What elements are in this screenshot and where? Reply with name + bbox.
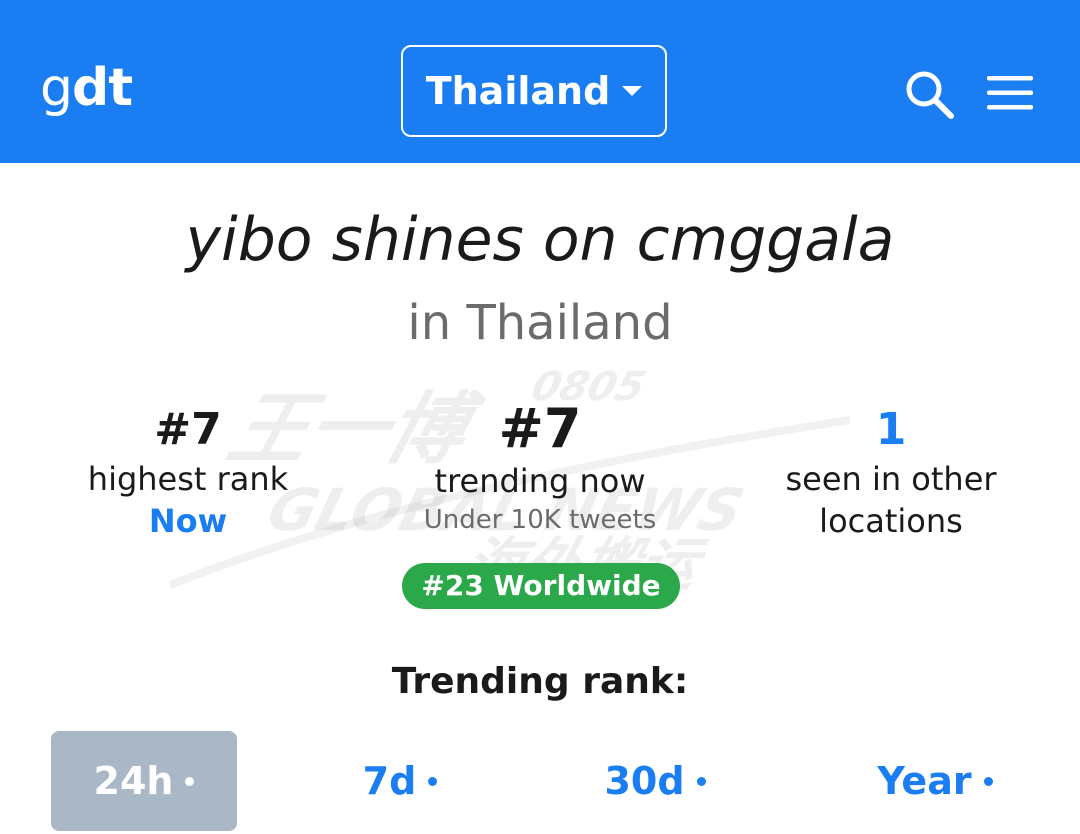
top-navbar: gdt Thailand: [0, 0, 1080, 163]
trend-title: yibo shines on cmggala: [185, 205, 895, 275]
country-selector-label: Thailand: [425, 69, 611, 113]
worldwide-rank-badge[interactable]: #23 Worldwide: [402, 563, 680, 609]
trending-now-stat: #7 trending now Under 10K tweets: [385, 398, 695, 538]
highest-rank-label: highest rank: [87, 460, 289, 498]
highest-rank-stat: #7 highest rank Now: [60, 402, 316, 542]
other-locations-stat[interactable]: 1 seen in other locations: [760, 402, 1022, 542]
dot-icon: [428, 776, 438, 786]
logo-dt: dt: [72, 58, 133, 118]
tab-year[interactable]: Year: [850, 731, 1020, 831]
other-locations-label-line-1: seen in other: [785, 460, 997, 498]
country-selector[interactable]: Thailand: [401, 45, 667, 137]
tweet-volume: Under 10K tweets: [423, 505, 657, 535]
hamburger-menu-icon[interactable]: [985, 72, 1035, 114]
dot-icon: [185, 776, 195, 786]
trending-now-label: trending now: [434, 462, 646, 500]
dot-icon: [696, 776, 706, 786]
highest-rank-value: #7: [154, 404, 222, 455]
highest-rank-when: Now: [148, 502, 228, 540]
tab-24h[interactable]: 24h: [51, 731, 237, 831]
search-icon[interactable]: [903, 68, 955, 120]
trending-rank-heading: Trending rank:: [391, 661, 689, 702]
logo-g: g: [40, 58, 73, 118]
tab-30d[interactable]: 30d: [570, 731, 740, 831]
dot-icon: [983, 776, 993, 786]
tab-year-label: Year: [877, 759, 972, 803]
tab-7d-label: 7d: [362, 759, 417, 803]
page: gdt Thailand yibo shines on cmggala in T…: [0, 0, 1080, 834]
gdt-logo[interactable]: gdt: [40, 56, 133, 120]
trend-location: in Thailand: [407, 295, 673, 351]
tab-7d[interactable]: 7d: [320, 731, 480, 831]
tab-24h-label: 24h: [93, 759, 174, 803]
trending-now-value: #7: [498, 397, 582, 460]
other-locations-label-line-2: locations: [819, 502, 963, 540]
caret-down-icon: [622, 86, 643, 96]
tab-30d-label: 30d: [604, 759, 685, 803]
other-locations-value: 1: [875, 404, 907, 455]
